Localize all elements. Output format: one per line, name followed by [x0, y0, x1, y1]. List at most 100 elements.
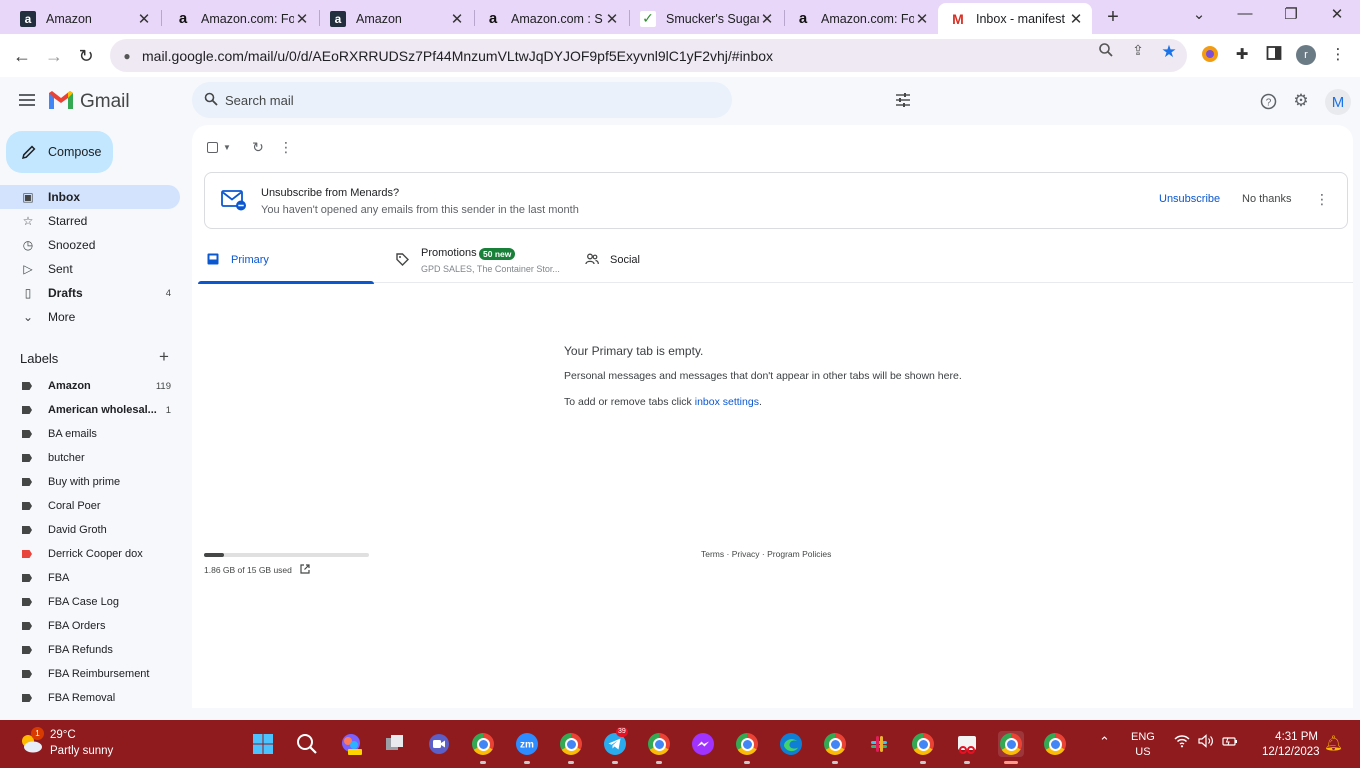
open-in-new-icon[interactable]	[299, 563, 311, 575]
site-info-icon[interactable]: ●	[119, 49, 135, 63]
tab-close-icon[interactable]: ✕	[294, 10, 310, 28]
telegram-app-icon[interactable]: 39	[602, 727, 628, 764]
label-item[interactable]: FBA Reimbursement	[0, 662, 180, 686]
browser-tab-amazon-5[interactable]: a Amazon.com: Fo ✕	[783, 3, 938, 34]
minimize-icon[interactable]: —	[1233, 5, 1257, 22]
tab-close-icon[interactable]: ✕	[136, 10, 152, 28]
extensions-puzzle-icon[interactable]: ✚	[1232, 45, 1252, 65]
nav-item-starred[interactable]: ☆ Starred	[0, 209, 180, 233]
refresh-icon[interactable]: ↻	[248, 137, 268, 157]
notification-bell-icon[interactable]: 🔔︎	[1324, 734, 1343, 752]
slack-app-icon[interactable]	[866, 731, 892, 757]
browser-tab-amazon-1[interactable]: a Amazon ✕	[8, 3, 160, 34]
video-meet-icon[interactable]	[426, 731, 452, 757]
select-all-checkbox[interactable]: ▼	[205, 137, 233, 157]
messenger-app-icon[interactable]	[690, 731, 716, 757]
label-item[interactable]: FBA Case Log	[0, 590, 180, 614]
tab-close-icon[interactable]: ✕	[449, 10, 465, 28]
bookmark-star-icon[interactable]: ★	[1160, 42, 1178, 61]
browser-profile-avatar[interactable]: r	[1296, 45, 1316, 65]
search-icon[interactable]	[204, 92, 218, 106]
volume-icon[interactable]	[1198, 734, 1214, 751]
tab-close-icon[interactable]: ✕	[1068, 10, 1084, 28]
edge-browser-icon[interactable]	[778, 731, 804, 757]
label-item[interactable]: BA emails	[0, 422, 180, 446]
nav-item-snoozed[interactable]: ◷ Snoozed	[0, 233, 180, 257]
browser-tab-gmail[interactable]: M Inbox - manifest ✕	[938, 3, 1092, 34]
nav-item-sent[interactable]: ▷ Sent	[0, 257, 180, 281]
zoom-app-icon[interactable]: zm	[514, 731, 540, 764]
help-icon[interactable]: ?	[1258, 91, 1278, 111]
input-language-indicator[interactable]: ENG US	[1131, 730, 1155, 760]
browser-tab-amazon-3[interactable]: a Amazon ✕	[318, 3, 473, 34]
gmail-logo-icon[interactable]	[48, 90, 74, 110]
footer-links[interactable]: Terms · Privacy · Program Policies	[701, 549, 831, 559]
battery-icon[interactable]	[1222, 734, 1238, 751]
no-thanks-button[interactable]: No thanks	[1242, 193, 1292, 205]
chrome-profile-icon[interactable]	[734, 731, 760, 764]
system-clock[interactable]: 4:31 PM 12/12/2023	[1262, 730, 1320, 760]
share-icon[interactable]: ⇪	[1129, 42, 1147, 60]
settings-gear-icon[interactable]: ⚙	[1291, 91, 1311, 111]
chrome-profile-icon[interactable]	[822, 731, 848, 764]
tab-close-icon[interactable]: ✕	[604, 10, 620, 28]
browser-tab-smuckers[interactable]: ✓ Smucker's Sugar ✕	[628, 3, 783, 34]
tab-primary[interactable]: Primary	[198, 237, 374, 284]
more-options-icon[interactable]: ⋮	[278, 137, 294, 157]
chrome-active-icon[interactable]	[998, 731, 1024, 764]
tab-social[interactable]: Social	[584, 237, 760, 283]
tab-search-chevron-icon[interactable]: ⌄	[1187, 5, 1211, 23]
label-item[interactable]: American wholesal... 1	[0, 398, 180, 422]
search-input[interactable]	[225, 90, 665, 110]
label-item[interactable]: Buy with prime	[0, 470, 180, 494]
tab-close-icon[interactable]: ✕	[914, 10, 930, 28]
side-panel-icon[interactable]	[1264, 45, 1284, 65]
label-item[interactable]: Amazon 119	[0, 374, 180, 398]
new-tab-icon[interactable]: +	[1103, 7, 1123, 27]
label-item[interactable]: Coral Poer	[0, 494, 180, 518]
banner-more-icon[interactable]: ⋮	[1315, 191, 1329, 208]
address-bar[interactable]: ● mail.google.com/mail/u/0/d/AEoRXRRUDSz…	[110, 39, 1187, 72]
nav-item-more[interactable]: ⌄ More	[0, 305, 180, 329]
storage-usage-bar[interactable]	[204, 553, 369, 557]
add-label-icon[interactable]: +	[159, 347, 169, 367]
label-item[interactable]: butcher	[0, 446, 180, 470]
label-item[interactable]: FBA Refunds	[0, 638, 180, 662]
label-item[interactable]: David Groth	[0, 518, 180, 542]
inbox-settings-link[interactable]: inbox settings	[695, 396, 759, 408]
label-item[interactable]: FBA Removal	[0, 686, 180, 710]
chrome-app-icon[interactable]	[470, 731, 496, 764]
chrome-profile-icon[interactable]	[910, 731, 936, 764]
browser-tab-amazon-2[interactable]: a Amazon.com: Fo ✕	[163, 3, 318, 34]
search-options-icon[interactable]	[895, 92, 911, 108]
reload-icon[interactable]: ↻	[73, 43, 99, 69]
weather-widget[interactable]: 1 29°C Partly sunny	[18, 726, 128, 762]
compose-button[interactable]: Compose	[6, 131, 113, 173]
chrome-profile-icon[interactable]	[558, 731, 584, 764]
browser-tab-amazon-4[interactable]: a Amazon.com : S ✕	[473, 3, 628, 34]
nav-item-inbox[interactable]: ▣ Inbox	[0, 185, 180, 209]
account-avatar[interactable]: M	[1325, 89, 1351, 115]
label-item[interactable]: FBA	[0, 566, 180, 590]
zoom-icon[interactable]	[1097, 42, 1115, 60]
label-item[interactable]: Derrick Cooper dox	[0, 542, 180, 566]
back-arrow-icon[interactable]: ←	[9, 43, 35, 69]
copilot-pre-icon[interactable]	[338, 731, 364, 757]
tab-close-icon[interactable]: ✕	[759, 10, 775, 28]
show-hidden-icons-chevron-icon[interactable]: ⌃	[1099, 734, 1110, 750]
windows-start-icon[interactable]	[250, 731, 276, 757]
wifi-icon[interactable]	[1174, 734, 1190, 751]
label-item[interactable]: FBA Orders	[0, 614, 180, 638]
close-window-icon[interactable]: ✕	[1325, 5, 1349, 23]
extension-color-icon[interactable]	[1200, 45, 1220, 65]
forward-arrow-icon[interactable]: →	[41, 43, 67, 69]
chrome-profile-icon[interactable]	[1042, 731, 1068, 757]
task-view-icon[interactable]	[382, 731, 408, 757]
restore-icon[interactable]: ❐	[1279, 5, 1303, 23]
snipping-tool-icon[interactable]	[954, 731, 980, 764]
taskbar-search-icon[interactable]	[294, 731, 320, 757]
search-bar[interactable]	[192, 82, 910, 118]
main-menu-icon[interactable]	[17, 91, 37, 111]
nav-item-drafts[interactable]: ▯ Drafts 4	[0, 281, 180, 305]
unsubscribe-button[interactable]: Unsubscribe	[1159, 193, 1220, 205]
